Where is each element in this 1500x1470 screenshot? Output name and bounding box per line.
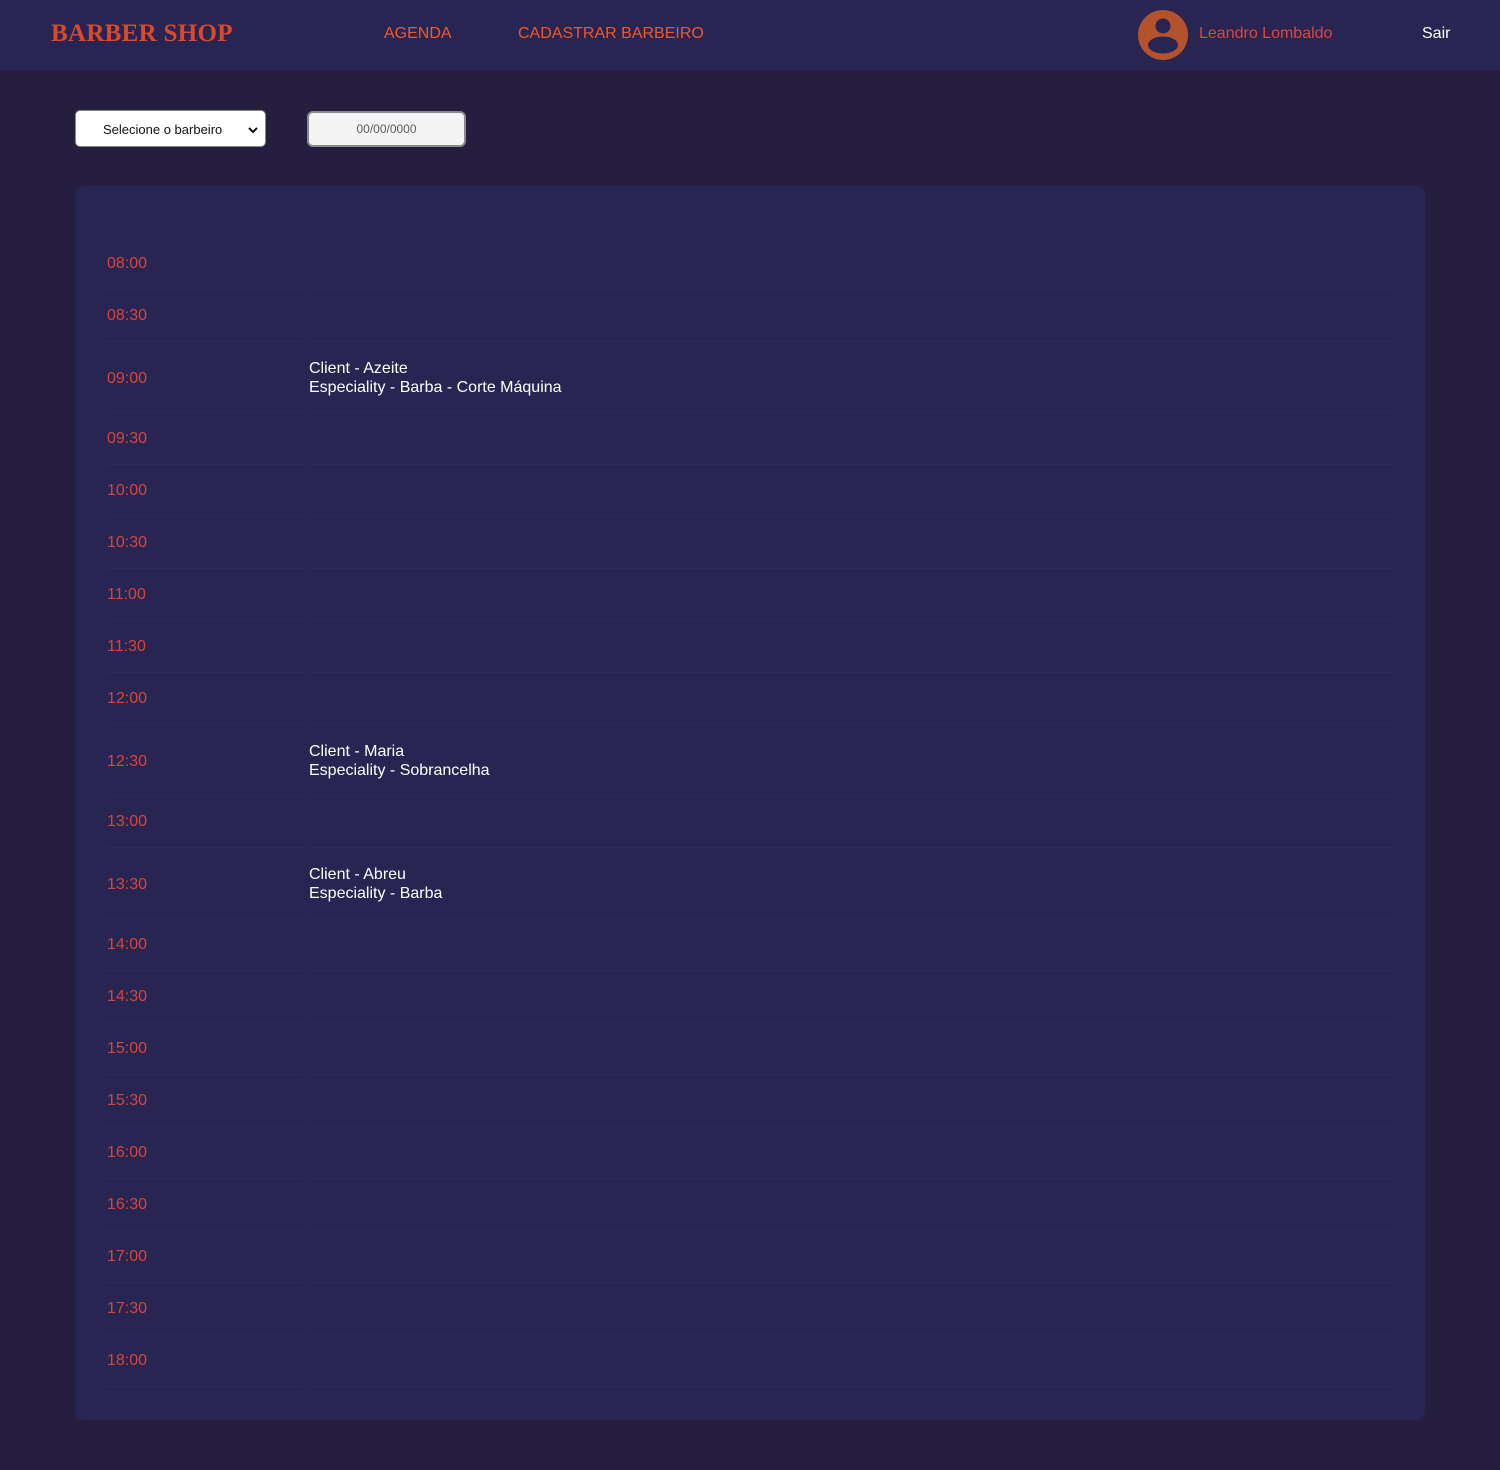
schedule-row[interactable]: 14:30: [107, 971, 1393, 1023]
time-label: 16:00: [107, 1144, 148, 1161]
schedule-row[interactable]: 15:30: [107, 1075, 1393, 1127]
schedule-row[interactable]: 12:30 Client - Maria Especiality - Sobranc…: [107, 725, 1393, 796]
schedule-row[interactable]: 09:00 Client - Azeite Especiality - Barba …: [107, 342, 1393, 413]
barber-select-value: Selecione o barbeiro: [103, 122, 223, 137]
user-name: Leandro Lombaldo: [1199, 25, 1333, 42]
schedule-row[interactable]: 09:30: [107, 413, 1393, 465]
barber-select[interactable]: Selecione o barbeiro: [75, 110, 266, 147]
user-avatar-icon[interactable]: [1138, 10, 1188, 60]
time-label: 10:30: [107, 534, 148, 551]
appointment[interactable]: Client - Maria Especiality - Sobrancelha: [309, 742, 490, 780]
nav-agenda-link[interactable]: AGENDA: [384, 25, 452, 43]
appointment[interactable]: Client - Azeite Especiality - Barba - Cor…: [309, 359, 562, 397]
schedule-row[interactable]: 12:00: [107, 673, 1393, 725]
schedule-row[interactable]: 11:30: [107, 621, 1393, 673]
appointment-speciality: Especiality - Sobrancelha: [309, 762, 490, 779]
time-label: 17:30: [107, 1300, 148, 1317]
time-label: 16:30: [107, 1196, 148, 1213]
time-label: 13:30: [107, 876, 148, 893]
schedule-panel: 08:00 08:30 09:00 Client - Azeite Especialit…: [75, 186, 1425, 1420]
schedule-row[interactable]: 17:30: [107, 1283, 1393, 1335]
time-label: 15:30: [107, 1092, 148, 1109]
schedule-row[interactable]: 13:00: [107, 796, 1393, 848]
time-label: 18:00: [107, 1352, 148, 1369]
schedule-row[interactable]: 08:00: [107, 238, 1393, 290]
time-label: 09:00: [107, 370, 148, 387]
schedule-row[interactable]: 16:00: [107, 1127, 1393, 1179]
appointment-client: Client - Azeite: [309, 360, 408, 377]
time-label: 08:00: [107, 255, 148, 272]
row-divider: [308, 1386, 1393, 1387]
schedule-row[interactable]: 14:00: [107, 919, 1393, 971]
schedule-row[interactable]: 15:00: [107, 1023, 1393, 1075]
time-label: 09:30: [107, 430, 148, 447]
chevron-down-icon: [247, 123, 259, 135]
appointment-speciality: Especiality - Barba - Corte Máquina: [309, 379, 562, 396]
time-label: 15:00: [107, 1040, 148, 1057]
schedule-row[interactable]: 10:30: [107, 517, 1393, 569]
time-label: 12:00: [107, 690, 148, 707]
time-label: 12:30: [107, 753, 148, 770]
row-divider: [107, 1386, 303, 1387]
time-label: 14:30: [107, 988, 148, 1005]
top-navbar: BARBER SHOP AGENDA CADASTRAR BARBEIRO Le…: [0, 0, 1500, 70]
time-label: 11:00: [107, 586, 146, 603]
logout-link[interactable]: Sair: [1422, 25, 1450, 43]
time-label: 10:00: [107, 482, 148, 499]
nav-register-barber-link[interactable]: CADASTRAR BARBEIRO: [518, 25, 704, 43]
schedule-row[interactable]: 10:00: [107, 465, 1393, 517]
time-label: 17:00: [107, 1248, 148, 1265]
time-label: 13:00: [107, 813, 148, 830]
schedule-row[interactable]: 13:30 Client - Abreu Especiality - Barba: [107, 848, 1393, 919]
schedule-row[interactable]: 18:00: [107, 1335, 1393, 1387]
time-label: 14:00: [107, 936, 148, 953]
schedule-row[interactable]: 08:30: [107, 290, 1393, 342]
date-input[interactable]: [307, 111, 466, 147]
brand-logo[interactable]: BARBER SHOP: [51, 20, 233, 48]
time-label: 11:30: [107, 638, 146, 655]
time-label: 08:30: [107, 307, 148, 324]
appointment-client: Client - Abreu: [309, 866, 406, 883]
schedule-row[interactable]: 17:00: [107, 1231, 1393, 1283]
appointment[interactable]: Client - Abreu Especiality - Barba: [309, 865, 442, 903]
appointment-speciality: Especiality - Barba: [309, 885, 443, 902]
schedule-row[interactable]: 11:00: [107, 569, 1393, 621]
schedule-row[interactable]: 16:30: [107, 1179, 1393, 1231]
appointment-client: Client - Maria: [309, 743, 405, 760]
